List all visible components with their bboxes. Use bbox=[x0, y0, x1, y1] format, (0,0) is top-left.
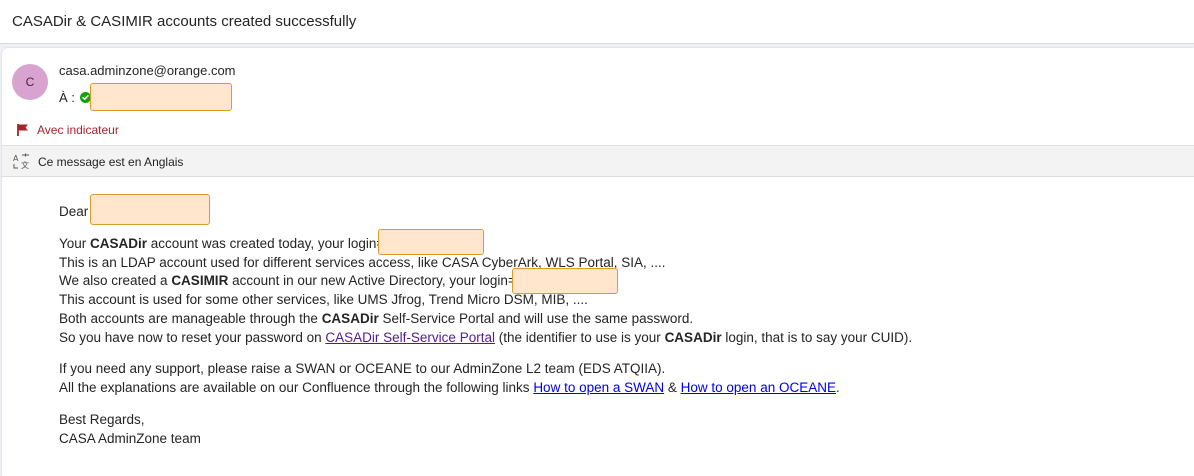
regards-line: Best Regards, bbox=[59, 412, 145, 427]
text: account in our new Active Directory, you… bbox=[228, 273, 516, 288]
casadir-login-redacted bbox=[378, 229, 484, 255]
email-subject: CASADir & CASIMIR accounts created succe… bbox=[12, 13, 357, 30]
body-line-6: So you have now to reset your password o… bbox=[59, 330, 912, 345]
text: (the identifier to use is your bbox=[494, 330, 665, 345]
name-redacted bbox=[90, 194, 210, 225]
text: Self-Service Portal and will use the sam… bbox=[378, 311, 694, 326]
text: We also created a bbox=[59, 273, 172, 288]
recipient-redacted[interactable] bbox=[90, 83, 232, 111]
text: login, that is to say your CUID). bbox=[721, 330, 913, 345]
translation-label: Ce message est en Anglais bbox=[38, 155, 184, 169]
greeting: Dear bbox=[59, 204, 89, 219]
text: Your bbox=[59, 236, 91, 251]
body-line-1: Your CASADir account was created today, … bbox=[59, 236, 384, 251]
self-service-portal-link[interactable]: CASADir Self-Service Portal bbox=[325, 330, 495, 345]
body-line-5: Both accounts are manageable through the… bbox=[59, 311, 693, 326]
flag-icon bbox=[16, 123, 30, 142]
text: . bbox=[835, 380, 840, 395]
text: All the explanations are available on ou… bbox=[59, 380, 534, 395]
team-signature: CASA AdminZone team bbox=[59, 431, 201, 446]
body-line-3: We also created a CASIMIR account in our… bbox=[59, 273, 516, 288]
translate-icon: A 文 bbox=[12, 152, 32, 175]
support-line-2: All the explanations are available on ou… bbox=[59, 380, 840, 395]
text: So you have now to reset your password o… bbox=[59, 330, 326, 345]
text: & bbox=[664, 380, 681, 395]
casimir-bold: CASIMIR bbox=[171, 273, 229, 288]
casimir-login-redacted bbox=[512, 268, 618, 294]
avatar-initial: C bbox=[25, 75, 35, 89]
casadir-bold: CASADir bbox=[321, 311, 379, 326]
how-to-open-swan-link[interactable]: How to open a SWAN bbox=[533, 380, 664, 395]
greeting-line: Dear bbox=[59, 204, 88, 219]
text: Both accounts are manageable through the bbox=[59, 311, 322, 326]
support-line-1: If you need any support, please raise a … bbox=[59, 361, 666, 376]
svg-text:A: A bbox=[13, 154, 19, 163]
sender-email[interactable]: casa.adminzone@orange.com bbox=[59, 63, 236, 78]
how-to-open-oceane-link[interactable]: How to open an OCEANE bbox=[681, 380, 836, 395]
text: account was created today, your login= bbox=[147, 236, 385, 251]
flag-label[interactable]: Avec indicateur bbox=[37, 123, 119, 137]
body-line-4: This account is used for some other serv… bbox=[59, 292, 588, 307]
casadir-bold: CASADir bbox=[90, 236, 148, 251]
svg-text:文: 文 bbox=[21, 160, 29, 170]
to-label: À : bbox=[59, 90, 75, 105]
sender-avatar[interactable]: C bbox=[12, 64, 48, 100]
casadir-bold: CASADir bbox=[664, 330, 722, 345]
subject-bar: CASADir & CASIMIR accounts created succe… bbox=[0, 0, 1194, 44]
